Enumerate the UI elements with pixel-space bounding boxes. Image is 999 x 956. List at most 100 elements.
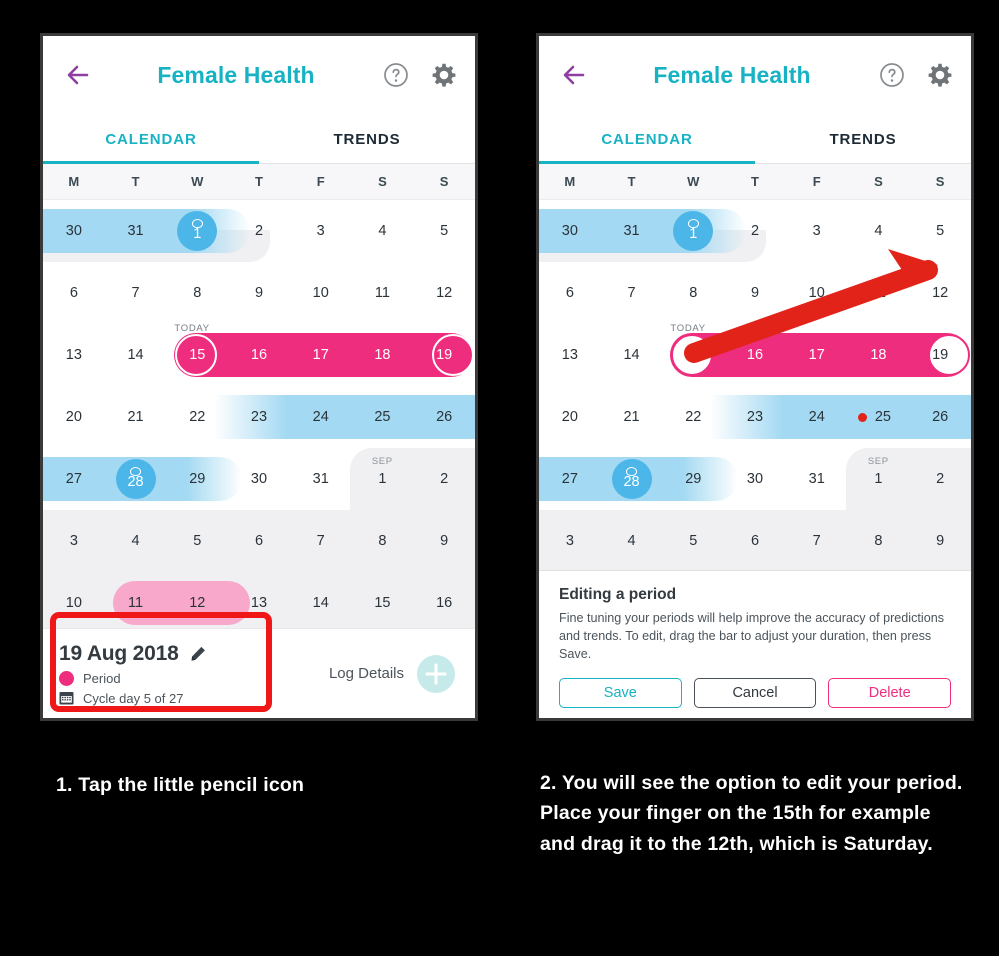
calendar-day-cell[interactable]: 24: [290, 386, 352, 448]
tab-trends[interactable]: TRENDS: [755, 114, 971, 164]
add-log-button[interactable]: [417, 654, 455, 693]
calendar-day-cell[interactable]: 3: [43, 510, 105, 572]
help-circle-icon[interactable]: [879, 62, 905, 88]
calendar-day-cell[interactable]: 4: [352, 200, 414, 262]
calendar-day-cell[interactable]: 3: [539, 510, 601, 572]
calendar-day-cell[interactable]: 6: [724, 510, 786, 572]
calendar-day-cell[interactable]: 23: [724, 386, 786, 448]
calendar-day-cell[interactable]: 30: [724, 448, 786, 510]
tab-calendar[interactable]: CALENDAR: [43, 114, 259, 164]
calendar-day-cell[interactable]: 3: [290, 200, 352, 262]
delete-button[interactable]: Delete: [828, 677, 952, 708]
calendar-day-cell[interactable]: 5: [413, 200, 475, 262]
calendar-day-cell[interactable]: 11: [105, 572, 167, 634]
calendar-day-cell[interactable]: 4: [848, 200, 910, 262]
calendar-day-cell[interactable]: 12: [166, 572, 228, 634]
cancel-button[interactable]: Cancel: [693, 677, 817, 708]
calendar-day-cell[interactable]: 5: [662, 510, 724, 572]
calendar-day-cell[interactable]: 8: [166, 262, 228, 324]
calendar-day-cell[interactable]: 26: [413, 386, 475, 448]
calendar-day-cell[interactable]: 17: [290, 324, 352, 386]
calendar-day-cell[interactable]: 16: [228, 324, 290, 386]
calendar-day-cell[interactable]: 7: [601, 262, 663, 324]
calendar-day-cell[interactable]: 26: [909, 386, 971, 448]
calendar-day-cell[interactable]: 30: [228, 448, 290, 510]
calendar-day-cell[interactable]: 31: [786, 448, 848, 510]
gear-icon[interactable]: [431, 62, 457, 88]
pencil-icon[interactable]: [189, 645, 206, 662]
help-circle-icon[interactable]: [383, 62, 409, 88]
calendar-day-cell[interactable]: 25: [352, 386, 414, 448]
calendar-day-cell[interactable]: 15: [352, 572, 414, 634]
calendar-day-cell[interactable]: 11: [352, 262, 414, 324]
calendar-day-cell[interactable]: 17: [786, 324, 848, 386]
calendar-day-cell[interactable]: 12: [909, 262, 971, 324]
gear-icon[interactable]: [927, 62, 953, 88]
calendar-day-cell[interactable]: 21: [105, 386, 167, 448]
calendar-day-cell[interactable]: 30: [539, 200, 601, 262]
tab-calendar[interactable]: CALENDAR: [539, 114, 755, 164]
calendar-day-cell[interactable]: 5: [909, 200, 971, 262]
calendar-day-cell[interactable]: 24: [786, 386, 848, 448]
calendar-day-cell[interactable]: 2: [228, 200, 290, 262]
calendar-day-cell[interactable]: 10: [43, 572, 105, 634]
calendar-day-cell[interactable]: 31: [105, 200, 167, 262]
calendar-day-cell[interactable]: 3: [786, 200, 848, 262]
calendar-day-cell[interactable]: 31: [601, 200, 663, 262]
calendar-day-cell[interactable]: 18: [848, 324, 910, 386]
calendar-day-cell[interactable]: 11: [848, 262, 910, 324]
calendar-day-cell[interactable]: 20: [43, 386, 105, 448]
calendar-day-cell[interactable]: 27: [539, 448, 601, 510]
calendar-day-cell[interactable]: 6: [539, 262, 601, 324]
calendar-day-cell[interactable]: 9: [413, 510, 475, 572]
save-button[interactable]: Save: [559, 677, 682, 708]
calendar-day-cell[interactable]: 2: [413, 448, 475, 510]
log-details-action[interactable]: Log Details: [329, 654, 459, 693]
calendar-day-cell[interactable]: 22: [662, 386, 724, 448]
calendar-day-cell[interactable]: 7: [786, 510, 848, 572]
calendar-day-cell[interactable]: 23: [228, 386, 290, 448]
calendar-day-cell[interactable]: 18: [352, 324, 414, 386]
calendar-day-cell[interactable]: 22: [166, 386, 228, 448]
calendar-day-cell[interactable]: 9: [724, 262, 786, 324]
calendar-day-cell[interactable]: 16: [413, 572, 475, 634]
calendar-day-cell[interactable]: 1: [662, 200, 724, 262]
calendar-day-cell[interactable]: 10: [786, 262, 848, 324]
calendar-day-cell[interactable]: 7: [105, 262, 167, 324]
calendar-day-cell[interactable]: 30: [43, 200, 105, 262]
calendar-day-cell[interactable]: 16: [724, 324, 786, 386]
tab-trends[interactable]: TRENDS: [259, 114, 475, 164]
calendar-day-cell[interactable]: 14: [105, 324, 167, 386]
calendar-day-cell[interactable]: 4: [601, 510, 663, 572]
calendar-day-cell[interactable]: 29: [166, 448, 228, 510]
calendar-day-cell[interactable]: 8: [662, 262, 724, 324]
calendar-day-cell[interactable]: 28: [601, 448, 663, 510]
calendar-day-cell[interactable]: 27: [43, 448, 105, 510]
calendar-day-cell[interactable]: 14: [290, 572, 352, 634]
calendar-day-cell[interactable]: 13: [539, 324, 601, 386]
calendar-day-cell[interactable]: 5: [166, 510, 228, 572]
calendar-day-cell[interactable]: 9: [909, 510, 971, 572]
calendar-day-cell[interactable]: 8: [848, 510, 910, 572]
calendar-day-cell[interactable]: 6: [228, 510, 290, 572]
calendar-day-cell[interactable]: 19: [909, 324, 971, 386]
calendar-day-cell[interactable]: 29: [662, 448, 724, 510]
calendar-day-cell[interactable]: 10: [290, 262, 352, 324]
calendar-day-cell[interactable]: 28: [105, 448, 167, 510]
calendar-day-cell[interactable]: 2: [724, 200, 786, 262]
calendar-day-cell[interactable]: 9: [228, 262, 290, 324]
calendar-day-cell[interactable]: 31: [290, 448, 352, 510]
calendar-day-cell[interactable]: 19: [413, 324, 475, 386]
calendar-day-cell[interactable]: 6: [43, 262, 105, 324]
calendar-day-cell[interactable]: 20: [539, 386, 601, 448]
calendar-day-cell[interactable]: 12: [413, 262, 475, 324]
calendar-day-cell[interactable]: 4: [105, 510, 167, 572]
calendar-day-cell[interactable]: 14: [601, 324, 663, 386]
calendar-day-cell[interactable]: 21: [601, 386, 663, 448]
calendar-day-cell[interactable]: 13: [43, 324, 105, 386]
calendar-day-cell[interactable]: 1: [166, 200, 228, 262]
calendar-day-cell[interactable]: 7: [290, 510, 352, 572]
calendar-day-cell[interactable]: 13: [228, 572, 290, 634]
calendar-day-cell[interactable]: 2: [909, 448, 971, 510]
calendar-day-cell[interactable]: 8: [352, 510, 414, 572]
